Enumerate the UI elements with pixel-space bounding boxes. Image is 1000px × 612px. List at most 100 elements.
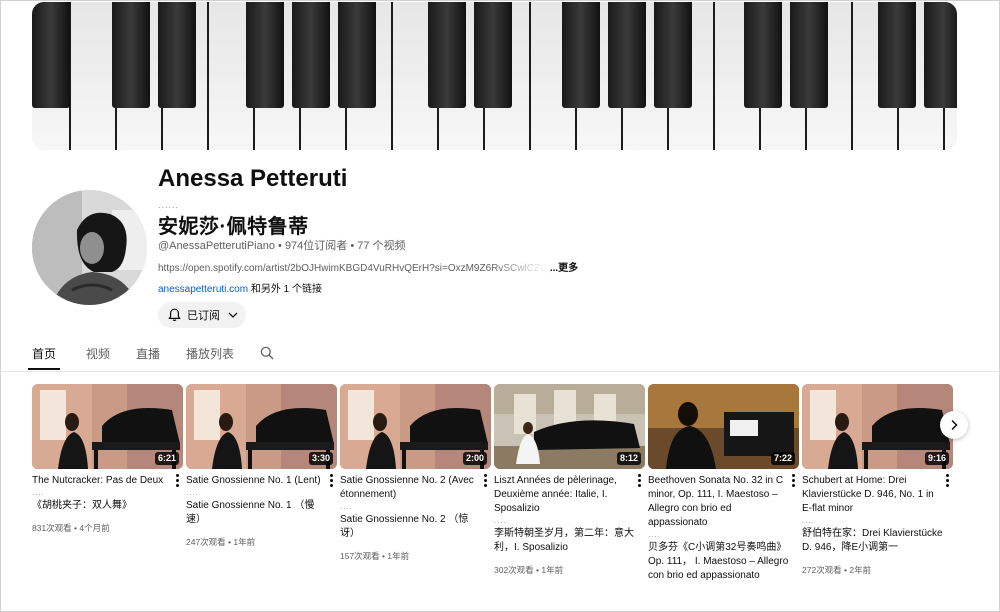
video-age: 1年前	[387, 551, 410, 561]
video-views: 272次观看	[802, 565, 842, 575]
meta-separator: •	[274, 240, 285, 252]
video-age: 4个月前	[79, 523, 110, 533]
subscribed-label: 已订阅	[187, 310, 220, 322]
subscriber-count: 974位订阅者	[284, 240, 348, 252]
video-thumbnail[interactable]: 8:12	[494, 384, 645, 469]
more-options-icon[interactable]	[789, 473, 797, 487]
channel-handle: @AnessaPetterutiPiano	[158, 240, 275, 252]
piano-black-key	[32, 2, 70, 108]
website-link[interactable]: anessapetteruti.com	[158, 284, 248, 295]
video-card[interactable]: 3:30 Satie Gnossienne No. 1 (Lent) .... …	[186, 384, 337, 548]
translation-dots: ......	[158, 200, 180, 210]
video-thumbnail[interactable]: 9:16	[802, 384, 953, 469]
more-options-icon[interactable]	[327, 473, 335, 487]
video-views: 157次观看	[340, 551, 380, 561]
piano-black-key	[158, 2, 196, 108]
video-title[interactable]: The Nutcracker: Pas de Deux	[32, 474, 183, 488]
channel-name-translation: 安妮莎·佩特鲁蒂	[158, 216, 309, 238]
translation-dots: ....	[32, 488, 45, 497]
video-age: 1年前	[541, 565, 564, 575]
video-title-translation: 《胡桃夹子：双人舞》	[32, 500, 132, 511]
bell-icon	[168, 308, 181, 322]
video-duration: 6:21	[154, 452, 179, 465]
piano-black-key	[878, 2, 916, 108]
tabs-divider	[0, 371, 1000, 372]
tab-live[interactable]: 直播	[136, 344, 160, 370]
tab-playlists[interactable]: 播放列表	[186, 344, 234, 370]
more-links-text[interactable]: 和另外 1 个链接	[248, 284, 322, 295]
piano-black-key	[744, 2, 782, 108]
video-title-translation: 舒伯特在家：Drei Klavierstücke D. 946，降E小调第一	[802, 528, 943, 553]
video-title[interactable]: Schubert at Home: Drei Klavierstücke D. …	[802, 474, 953, 516]
video-card[interactable]: 7:22 Beethoven Sonata No. 32 in C minor,…	[648, 384, 799, 592]
description-text: https://open.spotify.com/artist/2bOJHwim…	[158, 263, 548, 274]
video-age: 2年前	[849, 565, 872, 575]
video-views: 302次观看	[494, 565, 534, 575]
video-title-translation: 李斯特朝圣岁月，第二年：意大利，I. Sposalizio	[494, 528, 634, 553]
chevron-right-icon	[951, 419, 958, 431]
next-arrow-button[interactable]	[940, 411, 968, 439]
video-duration: 2:00	[462, 452, 487, 465]
piano-black-key	[338, 2, 376, 108]
subscribed-button[interactable]: 已订阅	[158, 302, 246, 328]
video-meta: 831次观看 • 4个月前	[32, 522, 183, 534]
video-views: 247次观看	[186, 537, 226, 547]
video-title-translation: Satie Gnossienne No. 2 （惊讶）	[340, 514, 469, 539]
piano-black-key	[608, 2, 646, 108]
meta-separator: •	[347, 240, 358, 252]
translation-dots: ....	[802, 516, 815, 525]
video-title[interactable]: Satie Gnossienne No. 2 (Avec étonnement)	[340, 474, 491, 502]
video-duration: 7:22	[770, 452, 795, 465]
channel-avatar[interactable]	[32, 190, 147, 305]
video-card[interactable]: 6:21 The Nutcracker: Pas de Deux .... 《胡…	[32, 384, 183, 534]
video-thumbnail[interactable]: 3:30	[186, 384, 337, 469]
translation-dots: ....	[186, 488, 199, 497]
tab-videos[interactable]: 视频	[86, 344, 110, 370]
video-title-translation: Satie Gnossienne No. 1 （慢速）	[186, 500, 315, 525]
channel-banner	[32, 2, 957, 150]
video-title[interactable]: Satie Gnossienne No. 1 (Lent)	[186, 474, 337, 488]
video-title[interactable]: Beethoven Sonata No. 32 in C minor, Op. …	[648, 474, 799, 530]
video-meta: 302次观看 • 1年前	[494, 564, 645, 576]
video-duration: 8:12	[616, 452, 641, 465]
video-card[interactable]: 2:00 Satie Gnossienne No. 2 (Avec étonne…	[340, 384, 491, 562]
video-thumbnail[interactable]: 7:22	[648, 384, 799, 469]
channel-links: anessapetteruti.com 和另外 1 个链接	[158, 280, 322, 295]
translation-dots: ....	[340, 502, 353, 511]
piano-black-key	[474, 2, 512, 108]
piano-black-key	[292, 2, 330, 108]
video-title-translation: 贝多芬《C小调第32号奏鸣曲》Op. 111， I. Maestoso – Al…	[648, 542, 789, 581]
channel-name: Anessa Petteruti	[158, 165, 348, 192]
more-options-icon[interactable]	[943, 473, 951, 487]
video-count: 77 个视频	[357, 240, 406, 252]
video-thumbnail[interactable]: 6:21	[32, 384, 183, 469]
chevron-down-icon	[228, 312, 238, 318]
piano-black-key	[428, 2, 466, 108]
video-thumbnail[interactable]: 2:00	[340, 384, 491, 469]
video-duration: 3:30	[308, 452, 333, 465]
piano-black-key	[790, 2, 828, 108]
video-age: 1年前	[233, 537, 256, 547]
translation-dots: ....	[648, 530, 661, 539]
more-options-icon[interactable]	[481, 473, 489, 487]
piano-black-key	[246, 2, 284, 108]
tab-home[interactable]: 首页	[28, 344, 61, 370]
channel-description[interactable]: https://open.spotify.com/artist/2bOJHwim…	[158, 259, 598, 274]
more-link[interactable]: ...更多	[550, 263, 578, 274]
video-card[interactable]: 9:16 Schubert at Home: Drei Klavierstück…	[802, 384, 953, 576]
piano-black-key	[112, 2, 150, 108]
video-views: 831次观看	[32, 523, 72, 533]
video-card[interactable]: 8:12 Liszt Années de pèlerinage, Deuxièm…	[494, 384, 645, 576]
translation-dots: ....	[494, 516, 507, 525]
video-title[interactable]: Liszt Années de pèlerinage, Deuxième ann…	[494, 474, 645, 516]
piano-black-key	[562, 2, 600, 108]
piano-black-key	[924, 2, 957, 108]
channel-tabs: 首页 视频 直播 播放列表	[28, 344, 274, 372]
video-meta: 157次观看 • 1年前	[340, 550, 491, 562]
video-duration: 9:16	[924, 452, 949, 465]
more-options-icon[interactable]	[173, 473, 181, 487]
search-icon[interactable]	[260, 346, 274, 372]
video-meta: 247次观看 • 1年前	[186, 536, 337, 548]
piano-black-key	[654, 2, 692, 108]
more-options-icon[interactable]	[635, 473, 643, 487]
